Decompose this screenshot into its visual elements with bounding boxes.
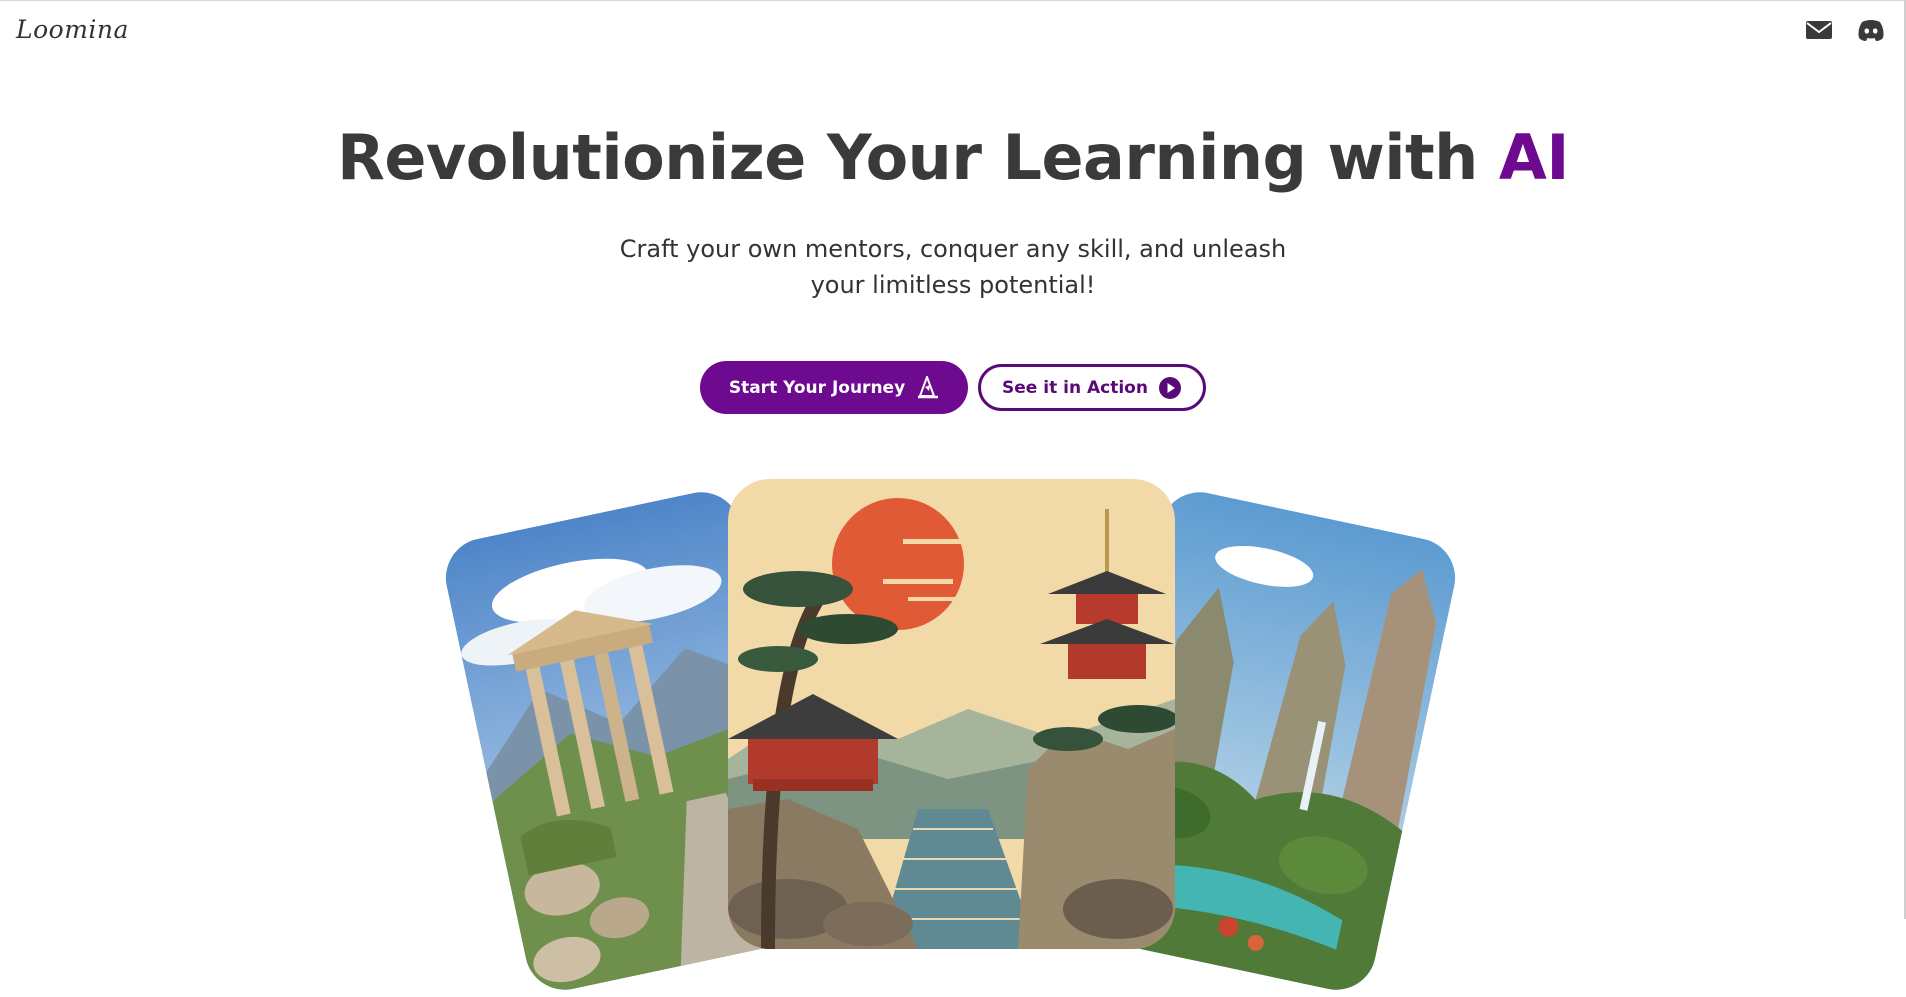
hero-subtitle-line2: your limitless potential! (810, 271, 1096, 299)
start-journey-button[interactable]: Start Your Journey (700, 361, 968, 414)
start-journey-label: Start Your Journey (728, 377, 906, 398)
japanese-pagoda-card (728, 479, 1175, 949)
hero-title: Revolutionize Your Learning with AI (0, 121, 1906, 194)
see-in-action-label: See it in Action (1002, 377, 1148, 398)
play-circle-icon (1158, 376, 1181, 399)
greek-ruins-card (438, 484, 828, 997)
tropical-cliffs-illustration (1073, 484, 1463, 997)
hero-title-main: Revolutionize Your Learning with (337, 121, 1499, 194)
japanese-pagoda-illustration (728, 479, 1175, 949)
hero-subtitle-line1: Craft your own mentors, conquer any skil… (619, 235, 1287, 263)
wizard-hat-icon (918, 375, 939, 398)
logo[interactable]: Loomina (16, 15, 129, 44)
hero-title-accent: AI (1498, 121, 1570, 194)
greek-ruins-illustration (438, 484, 828, 997)
mail-icon[interactable] (1804, 17, 1834, 43)
hero-subtitle: Craft your own mentors, conquer any skil… (0, 231, 1906, 303)
tropical-cliffs-card (1073, 484, 1463, 997)
cta-row: Start Your Journey See it in Action (0, 361, 1906, 414)
see-in-action-button[interactable]: See it in Action (978, 364, 1206, 411)
discord-icon[interactable] (1856, 17, 1886, 43)
header-actions (1804, 17, 1886, 43)
